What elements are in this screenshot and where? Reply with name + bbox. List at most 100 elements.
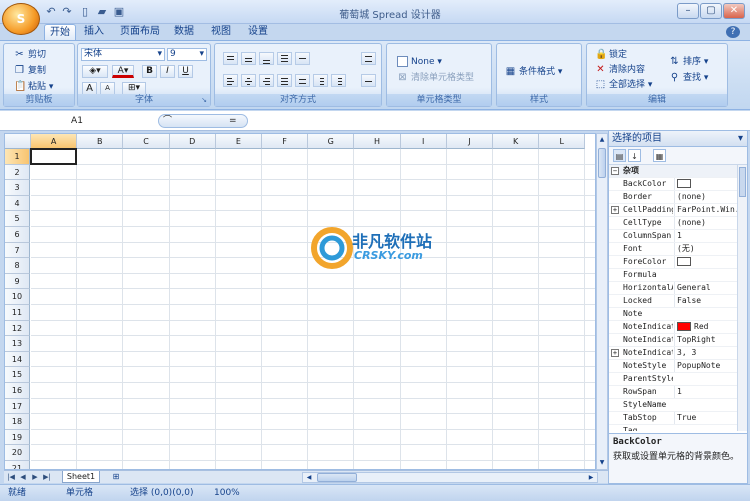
- row-header[interactable]: 1: [5, 149, 30, 165]
- property-row[interactable]: Note: [609, 308, 737, 321]
- property-row[interactable]: TabStop True: [609, 412, 737, 425]
- scroll-thumb[interactable]: [598, 148, 606, 178]
- copy-button[interactable]: ❐ 复制: [14, 65, 46, 77]
- column-header[interactable]: A: [31, 134, 78, 149]
- property-row[interactable]: NoteIndicatorColor Red: [609, 321, 737, 334]
- horizontal-scrollbar[interactable]: ◀ ▶: [302, 472, 598, 483]
- row-header[interactable]: 13: [5, 336, 30, 352]
- property-row[interactable]: HorizontalAlign General: [609, 282, 737, 295]
- close-icon[interactable]: ✕: [723, 3, 745, 19]
- property-row[interactable]: ColumnSpan 1: [609, 230, 737, 243]
- property-row[interactable]: NoteStyle PopupNote: [609, 360, 737, 373]
- font-name-select[interactable]: 宋体 ▾: [81, 48, 165, 61]
- property-row[interactable]: NoteIndicatorPosition TopRight: [609, 334, 737, 347]
- increase-indent-button[interactable]: [331, 74, 346, 87]
- app-menu-button[interactable]: S: [2, 3, 40, 35]
- property-pages-icon[interactable]: ▦: [653, 149, 666, 162]
- row-header[interactable]: 21: [5, 461, 30, 469]
- find-button[interactable]: ⚲ 查找 ▾: [669, 72, 709, 84]
- maximize-icon[interactable]: ▢: [700, 3, 722, 19]
- italic-button[interactable]: I: [160, 65, 175, 78]
- column-header[interactable]: B: [77, 134, 124, 149]
- tab-view[interactable]: 视图: [207, 24, 235, 40]
- font-color-button[interactable]: A▾: [112, 65, 134, 78]
- minimize-icon[interactable]: –: [677, 3, 699, 19]
- property-row[interactable]: Formula: [609, 269, 737, 282]
- tab-data[interactable]: 数据: [170, 24, 198, 40]
- justify-button[interactable]: [277, 74, 292, 87]
- panel-scrollbar[interactable]: [737, 165, 747, 431]
- row-header[interactable]: 11: [5, 305, 30, 321]
- column-header[interactable]: H: [354, 134, 401, 149]
- categorized-icon[interactable]: ▤: [613, 149, 626, 162]
- property-row[interactable]: + CellPadding FarPoint.Win.: [609, 204, 737, 217]
- font-size-select[interactable]: 9 ▾: [167, 48, 207, 61]
- merge-button[interactable]: [295, 52, 310, 65]
- row-header[interactable]: 10: [5, 289, 30, 305]
- property-row[interactable]: RowSpan 1: [609, 386, 737, 399]
- property-row[interactable]: StyleName: [609, 399, 737, 412]
- hscroll-thumb[interactable]: [317, 473, 357, 482]
- first-sheet-icon[interactable]: |◀: [6, 472, 16, 482]
- property-value[interactable]: True: [674, 412, 737, 424]
- row-header[interactable]: 15: [5, 367, 30, 383]
- tab-insert[interactable]: 插入: [80, 24, 108, 40]
- row-header[interactable]: 6: [5, 227, 30, 243]
- column-header[interactable]: E: [215, 134, 262, 149]
- property-value[interactable]: 1: [674, 230, 737, 242]
- property-list[interactable]: − 杂项 BackColor Border (none) + CellPadding Far…: [609, 165, 737, 431]
- row-header[interactable]: 7: [5, 242, 30, 259]
- tab-settings[interactable]: 设置: [244, 24, 272, 40]
- row-header[interactable]: 9: [5, 273, 30, 290]
- property-value[interactable]: Red: [674, 321, 737, 333]
- row-header[interactable]: 8: [5, 258, 30, 274]
- property-row[interactable]: Border (none): [609, 191, 737, 204]
- panel-scroll-thumb[interactable]: [739, 167, 746, 197]
- expand-icon[interactable]: +: [611, 349, 619, 357]
- property-value[interactable]: [674, 178, 737, 190]
- scroll-left-icon[interactable]: ◀: [304, 473, 314, 482]
- property-value[interactable]: (none): [674, 217, 737, 229]
- spreadsheet-grid[interactable]: ABCDEFGHIJKL 1 2 3 4 5 6 7 8 9 10 11 12 13 14 15 16 17 18…: [4, 133, 596, 470]
- collapse-icon[interactable]: −: [611, 167, 619, 175]
- panel-title[interactable]: 选择的项目 ▾: [609, 131, 747, 147]
- row-header[interactable]: 4: [5, 195, 30, 212]
- prev-sheet-icon[interactable]: ◀: [18, 472, 28, 482]
- new-file-icon[interactable]: ▯: [78, 5, 92, 19]
- clear-celltype-button[interactable]: ⊠ 清除单元格类型: [397, 72, 474, 84]
- row-header[interactable]: 3: [5, 180, 30, 196]
- column-header[interactable]: C: [123, 134, 170, 149]
- distribute-button[interactable]: [295, 74, 310, 87]
- add-sheet-icon[interactable]: ⊞: [108, 471, 124, 483]
- sheet-tab[interactable]: Sheet1: [62, 471, 100, 483]
- conditional-format-button[interactable]: ▦ 条件格式 ▾: [505, 66, 563, 78]
- row-header[interactable]: 14: [5, 351, 30, 368]
- property-row[interactable]: Tag: [609, 425, 737, 431]
- alphabetical-icon[interactable]: ↓: [628, 149, 641, 162]
- save-icon[interactable]: ▣: [112, 5, 126, 19]
- next-sheet-icon[interactable]: ▶: [30, 472, 40, 482]
- align-left-button[interactable]: [223, 74, 238, 87]
- row-header[interactable]: 20: [5, 445, 30, 461]
- row-header[interactable]: 2: [5, 164, 30, 181]
- property-row[interactable]: Locked False: [609, 295, 737, 308]
- column-header[interactable]: F: [262, 134, 309, 149]
- property-value[interactable]: (none): [674, 191, 737, 203]
- property-row[interactable]: Font (无): [609, 243, 737, 256]
- align-right-button[interactable]: [259, 74, 274, 87]
- column-header[interactable]: I: [400, 134, 447, 149]
- property-value[interactable]: TopRight: [674, 334, 737, 346]
- expand-icon[interactable]: +: [611, 206, 619, 214]
- merge-cells-button[interactable]: [361, 74, 376, 87]
- fill-color-button[interactable]: ◈▾: [82, 65, 108, 78]
- column-header[interactable]: L: [539, 134, 586, 149]
- scroll-right-icon[interactable]: ▶: [586, 473, 596, 482]
- scroll-down-icon[interactable]: ▼: [598, 458, 606, 468]
- lock-button[interactable]: 🔒 锁定: [595, 49, 627, 61]
- property-row[interactable]: CellType (none): [609, 217, 737, 230]
- property-row[interactable]: ForeColor: [609, 256, 737, 269]
- dialog-launcher-icon[interactable]: ↘: [201, 94, 207, 106]
- property-value[interactable]: FarPoint.Win.: [674, 204, 737, 216]
- row-header[interactable]: 18: [5, 414, 30, 430]
- row-header[interactable]: 12: [5, 320, 30, 337]
